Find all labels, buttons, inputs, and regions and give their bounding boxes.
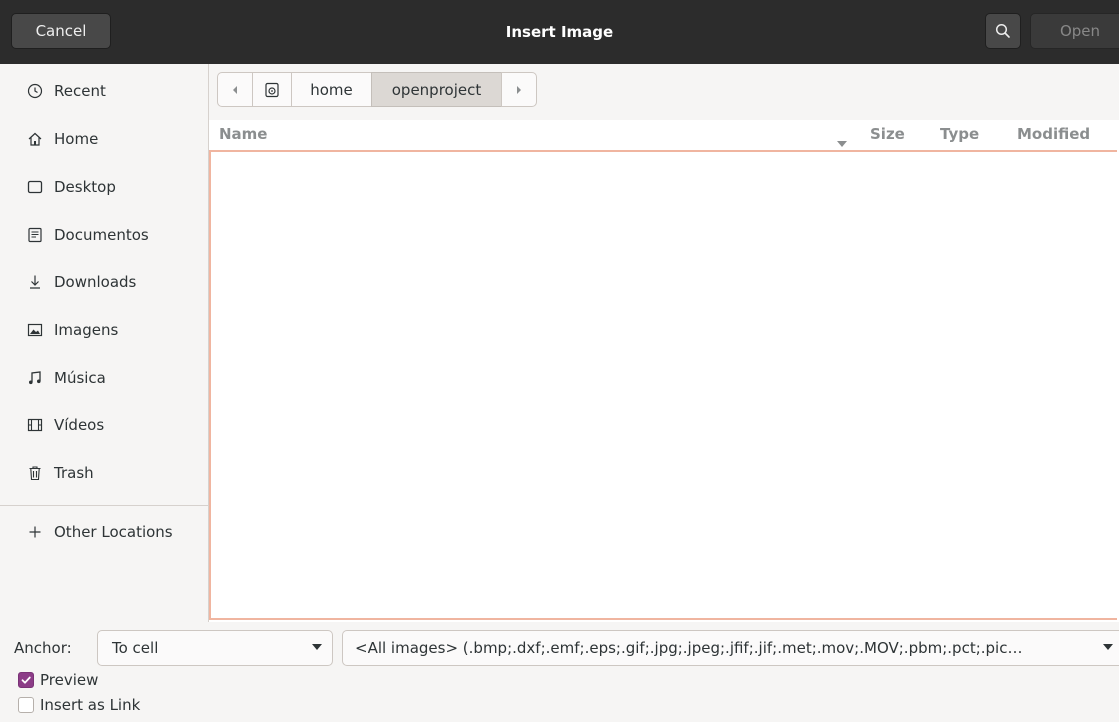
path-segment-openproject[interactable]: openproject — [371, 72, 502, 107]
sidebar-item-label: Documentos — [54, 226, 149, 244]
disk-icon — [265, 82, 279, 97]
sidebar-item-downloads[interactable]: Downloads — [0, 259, 208, 305]
file-list[interactable] — [209, 150, 1117, 620]
path-scroll-right-button[interactable] — [501, 72, 537, 107]
anchor-value: To cell — [112, 639, 159, 657]
sidebar-item-label: Música — [54, 369, 106, 387]
sidebar-item-label: Trash — [54, 464, 94, 482]
file-type-filter-value: <All images> (.bmp;.dxf;.emf;.eps;.gif;.… — [355, 639, 1023, 657]
sidebar-item-imagens[interactable]: Imagens — [0, 307, 208, 353]
chevron-down-icon — [312, 644, 322, 650]
insert-as-link-checkbox-row[interactable]: Insert as Link — [18, 695, 140, 715]
music-icon — [26, 369, 44, 387]
cancel-button[interactable]: Cancel — [11, 13, 111, 49]
file-browser: home openproject Name Size Type Modified — [209, 64, 1119, 622]
header-bar: Cancel Insert Image Open — [0, 0, 1119, 64]
open-button[interactable]: Open — [1030, 13, 1119, 49]
insert-as-link-label: Insert as Link — [40, 696, 141, 714]
sidebar-item-label: Recent — [54, 82, 106, 100]
chevron-down-icon — [1103, 644, 1113, 650]
download-icon — [26, 273, 44, 291]
home-icon — [26, 130, 44, 148]
checkmark-icon — [21, 676, 31, 684]
path-scroll-left-button[interactable] — [217, 72, 253, 107]
trash-icon — [26, 464, 44, 482]
image-icon — [26, 321, 44, 339]
preview-checkbox[interactable] — [18, 672, 34, 688]
sidebar-item-label: Home — [54, 130, 99, 148]
places-sidebar: Recent Home Desktop Documentos Downloads… — [0, 64, 209, 622]
sidebar-separator — [0, 505, 208, 506]
sidebar-item-trash[interactable]: Trash — [0, 450, 208, 496]
document-icon — [26, 226, 44, 244]
column-modified[interactable]: Modified — [1017, 125, 1090, 143]
chevron-right-icon — [517, 85, 521, 94]
search-button[interactable] — [985, 13, 1021, 49]
sidebar-item-label: Other Locations — [54, 523, 173, 541]
sidebar-item-label: Desktop — [54, 178, 116, 196]
search-icon — [995, 23, 1010, 38]
column-header: Name Size Type Modified — [209, 120, 1119, 150]
sidebar-item-desktop[interactable]: Desktop — [0, 164, 208, 210]
insert-as-link-checkbox[interactable] — [18, 697, 34, 713]
anchor-label: Anchor: — [14, 639, 72, 657]
column-name[interactable]: Name — [219, 125, 267, 143]
dialog-title: Insert Image — [505, 23, 614, 41]
chevron-left-icon — [233, 85, 237, 94]
sidebar-item-documentos[interactable]: Documentos — [0, 212, 208, 258]
sidebar-item-label: Downloads — [54, 273, 137, 291]
sidebar-item-label: Imagens — [54, 321, 119, 339]
file-type-filter-dropdown[interactable]: <All images> (.bmp;.dxf;.emf;.eps;.gif;.… — [342, 630, 1119, 666]
options-area: Anchor: To cell <All images> (.bmp;.dxf;… — [0, 622, 1119, 722]
clock-icon — [26, 82, 44, 100]
desktop-icon — [26, 178, 44, 196]
anchor-dropdown[interactable]: To cell — [97, 630, 333, 666]
preview-checkbox-row[interactable]: Preview — [18, 670, 98, 690]
sort-descending-icon[interactable] — [837, 133, 847, 151]
video-icon — [26, 416, 44, 434]
path-segment-root[interactable] — [252, 72, 292, 107]
preview-label: Preview — [40, 671, 99, 689]
column-size[interactable]: Size — [870, 125, 905, 143]
path-segment-home[interactable]: home — [291, 72, 372, 107]
column-type[interactable]: Type — [940, 125, 979, 143]
sidebar-item-label: Vídeos — [54, 416, 105, 434]
sidebar-item-recent[interactable]: Recent — [0, 68, 208, 114]
sidebar-item-home[interactable]: Home — [0, 116, 208, 162]
path-bar: home openproject — [209, 64, 1119, 120]
sidebar-item-other-locations[interactable]: Other Locations — [0, 509, 208, 555]
plus-icon — [26, 523, 44, 541]
sidebar-item-musica[interactable]: Música — [0, 355, 208, 401]
sidebar-item-videos[interactable]: Vídeos — [0, 402, 208, 448]
